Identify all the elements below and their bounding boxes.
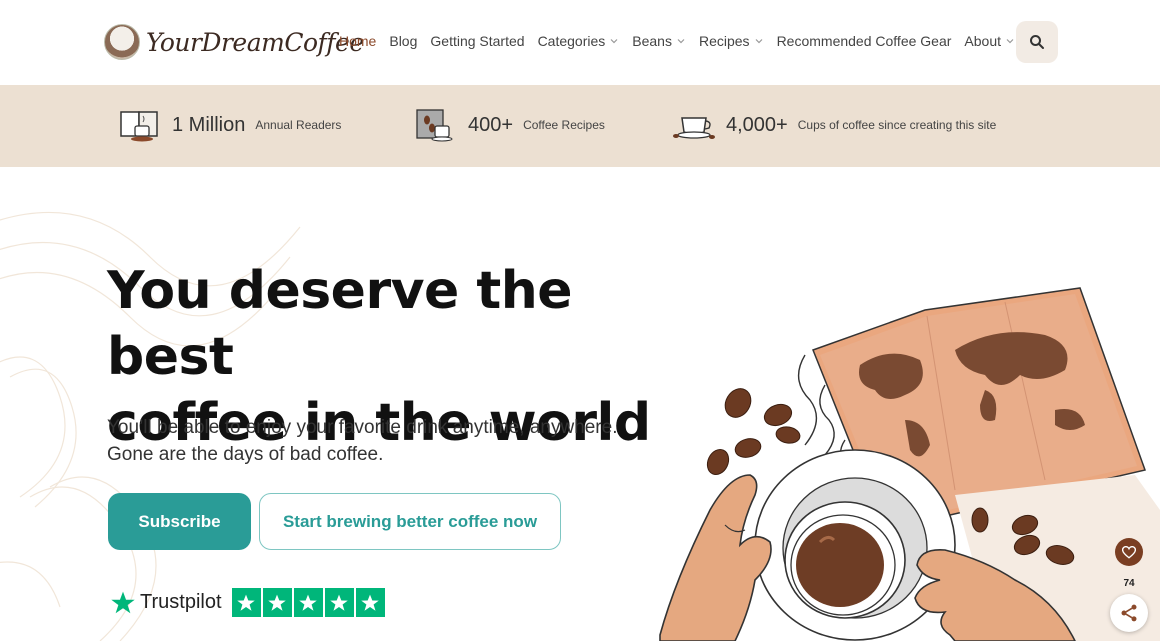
trustpilot-rating xyxy=(231,588,385,617)
chevron-down-icon xyxy=(755,39,762,44)
stat-readers: 1 Million Annual Readers xyxy=(118,105,341,145)
nav-item-about[interactable]: About xyxy=(964,33,1015,49)
stat-label: Annual Readers xyxy=(255,118,342,132)
chevron-down-icon xyxy=(677,39,685,44)
logo-mark-icon xyxy=(104,24,140,60)
share-icon xyxy=(1121,604,1137,622)
nav-label: Blog xyxy=(389,33,418,49)
hero-subtitle: You’ll be able to enjoy your favorite dr… xyxy=(107,417,618,465)
search-icon xyxy=(1030,35,1044,49)
nav-label: About xyxy=(964,33,1001,49)
heart-icon xyxy=(1122,545,1136,559)
trustpilot-star-icon xyxy=(111,591,135,613)
nav-label: Home xyxy=(339,33,377,49)
main-nav: Home Blog Getting Started Categories Bea… xyxy=(339,33,1015,49)
nav-item-recommended-gear[interactable]: Recommended Coffee Gear xyxy=(777,33,952,49)
book-coffee-icon xyxy=(118,105,162,145)
nav-label: Recommended Coffee Gear xyxy=(776,33,952,49)
trustpilot-badge[interactable]: Trustpilot xyxy=(110,588,385,617)
nav-label: Recipes xyxy=(698,33,750,49)
recipe-card-icon xyxy=(414,105,458,145)
stat-cups: 4,000+ Cups of coffee since creating thi… xyxy=(672,105,996,145)
stat-value: 1 Million xyxy=(172,113,246,136)
favorite-button[interactable] xyxy=(1115,538,1143,566)
nav-label: Getting Started xyxy=(430,33,525,49)
chevron-down-icon xyxy=(1006,39,1014,44)
trustpilot-brand-label: Trustpilot xyxy=(140,591,222,613)
nav-item-recipes[interactable]: Recipes xyxy=(699,33,764,49)
logo-text: YourDreamCoffee xyxy=(146,27,364,57)
search-button[interactable] xyxy=(1016,21,1058,63)
hero-illustration xyxy=(659,287,1160,641)
stat-value: 4,000+ xyxy=(726,113,788,136)
nav-item-beans[interactable]: Beans xyxy=(632,33,686,49)
rating-star-icon xyxy=(293,588,323,617)
nav-label: Categories xyxy=(537,33,606,49)
nav-item-home[interactable]: Home xyxy=(339,33,376,49)
stats-band: 1 Million Annual Readers 400+ Coffee Rec… xyxy=(0,85,1160,167)
start-brewing-button[interactable]: Start brewing better coffee now xyxy=(259,493,561,550)
coffee-cup-icon xyxy=(672,105,716,145)
nav-label: Beans xyxy=(632,33,672,49)
nav-item-getting-started[interactable]: Getting Started xyxy=(430,33,524,49)
stat-value: 400+ xyxy=(468,113,514,136)
rating-star-icon xyxy=(231,588,261,617)
stat-label: Coffee Recipes xyxy=(523,118,605,132)
site-logo[interactable]: YourDreamCoffee xyxy=(104,24,364,60)
hero-title-line-1: You deserve the best xyxy=(107,261,573,387)
nav-item-blog[interactable]: Blog xyxy=(389,33,417,49)
stat-recipes: 400+ Coffee Recipes xyxy=(414,105,605,145)
share-button[interactable] xyxy=(1110,594,1148,632)
rating-star-icon xyxy=(262,588,292,617)
stat-label: Cups of coffee since creating this site xyxy=(797,118,997,132)
rating-star-icon xyxy=(355,588,385,617)
rating-star-icon xyxy=(324,588,354,617)
subscribe-button[interactable]: Subscribe xyxy=(108,493,251,550)
share-count: 74 xyxy=(1123,578,1135,589)
trustpilot-brand: Trustpilot xyxy=(110,590,222,616)
chevron-down-icon xyxy=(610,39,618,44)
site-header: YourDreamCoffee Home Blog Getting Starte… xyxy=(0,0,1160,85)
nav-item-categories[interactable]: Categories xyxy=(538,33,620,49)
